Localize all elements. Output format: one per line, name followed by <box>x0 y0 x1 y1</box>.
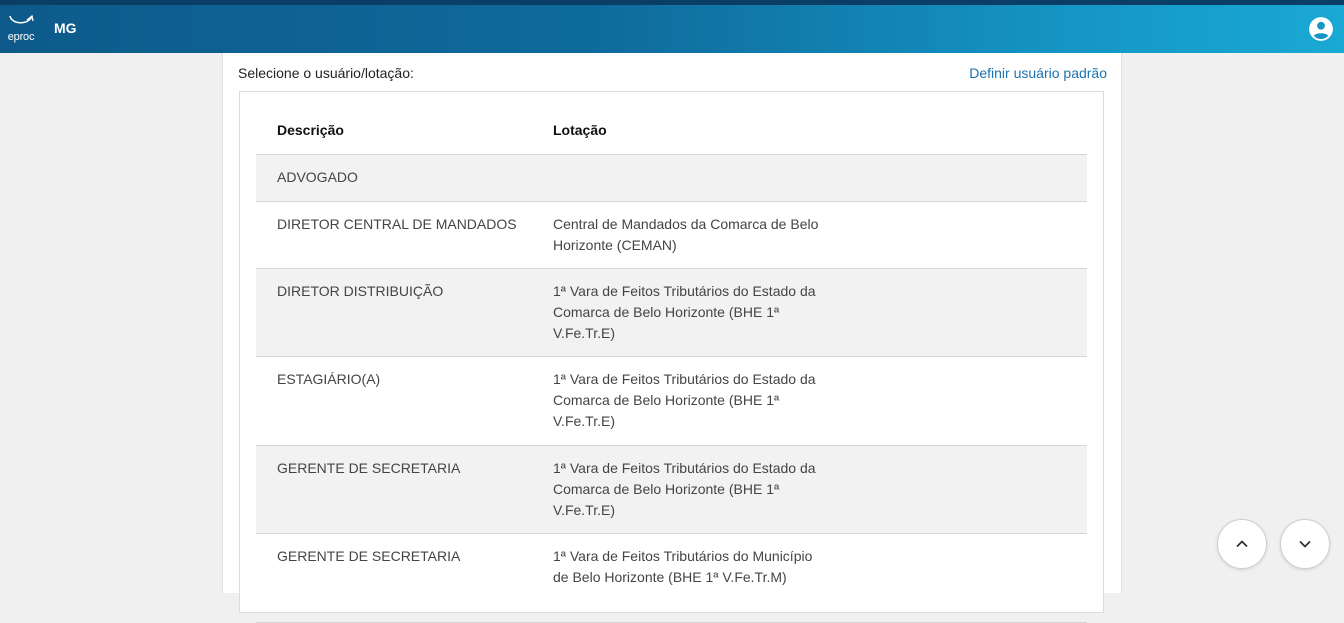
table-row[interactable]: ESTAGIÁRIO(A) 1ª Vara de Feitos Tributár… <box>256 357 1087 446</box>
cell-lotacao: Central de Mandados da Comarca de Belo H… <box>553 216 819 253</box>
cell-descricao: ESTAGIÁRIO(A) <box>277 371 381 387</box>
eproc-logo[interactable]: eproc <box>5 14 37 46</box>
column-header-descricao: Descrição <box>277 122 344 138</box>
cell-lotacao: 1ª Vara de Feitos Tributários do Estado … <box>553 371 816 429</box>
table-row[interactable]: DIRETOR DISTRIBUIÇÃO 1ª Vara de Feitos T… <box>256 269 1087 357</box>
cell-descricao: DIRETOR DISTRIBUIÇÃO <box>277 283 444 299</box>
logo-text: eproc <box>7 31 35 43</box>
table-row[interactable]: DIRETOR CENTRAL DE MANDADOS Central de M… <box>256 202 1087 269</box>
user-menu-button[interactable] <box>1308 16 1334 42</box>
user-selection-panel: Selecione o usuário/lotação: Definir usu… <box>222 53 1122 623</box>
scroll-up-button[interactable] <box>1217 519 1267 569</box>
chevron-up-icon <box>1236 540 1248 548</box>
logo-mark-icon <box>9 14 34 24</box>
table-header: Descrição Lotação <box>256 92 1087 155</box>
cell-descricao: ADVOGADO <box>277 169 358 185</box>
chevron-down-icon <box>1299 540 1311 548</box>
cell-descricao: DIRETOR CENTRAL DE MANDADOS <box>277 216 517 232</box>
cell-lotacao: 1ª Vara de Feitos Tributários do Estado … <box>553 460 816 518</box>
cell-lotacao: 1ª Vara de Feitos Tributários do Municíp… <box>553 548 813 585</box>
cell-descricao: GERENTE DE SECRETARIA <box>277 460 461 476</box>
table-row[interactable]: ADVOGADO <box>256 155 1087 202</box>
top-header: eproc MG <box>0 0 1344 53</box>
table-row[interactable]: GERENTE DE SECRETARIA 1ª Vara de Feitos … <box>256 446 1087 534</box>
scroll-down-button[interactable] <box>1280 519 1330 569</box>
user-lotacao-table: Descrição Lotação ADVOGADO DIRETOR CENTR… <box>239 91 1104 623</box>
cell-lotacao: 1ª Vara de Feitos Tributários do Estado … <box>553 283 816 341</box>
table-row[interactable]: GERENTE DE SECRETARIA 1ª Vara de Feitos … <box>256 534 1087 623</box>
select-user-label: Selecione o usuário/lotação: <box>238 65 414 81</box>
account-circle-icon <box>1309 17 1333 41</box>
cell-descricao: GERENTE DE SECRETARIA <box>277 548 461 564</box>
column-header-lotacao: Lotação <box>553 122 607 138</box>
header-top-stripe <box>0 0 1344 5</box>
define-default-user-link[interactable]: Definir usuário padrão <box>969 65 1107 81</box>
state-label: MG <box>54 20 77 36</box>
